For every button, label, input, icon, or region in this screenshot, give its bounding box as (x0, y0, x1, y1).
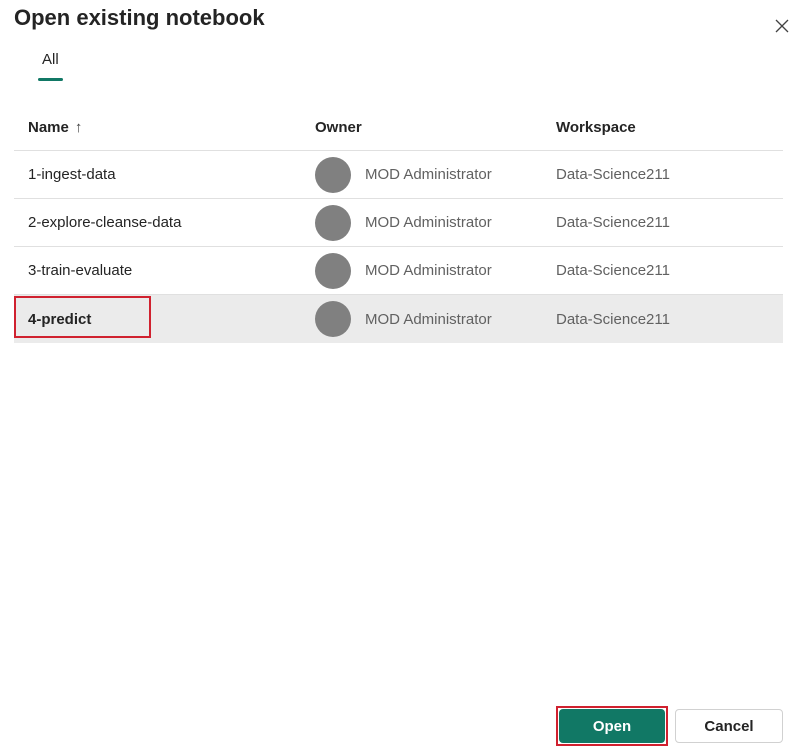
avatar (315, 156, 351, 193)
table-row[interactable]: 3-train-evaluate MOD Administrator Data-… (14, 247, 783, 295)
workspace-name: Data-Science211 (556, 310, 670, 328)
notebook-table: Name ↑ Owner Workspace 1-ingest-data MOD … (14, 104, 783, 343)
close-icon (775, 19, 789, 33)
avatar (315, 301, 351, 337)
avatar (315, 204, 351, 241)
dialog-title: Open existing notebook (14, 5, 265, 30)
column-header-name[interactable]: Name ↑ (28, 119, 82, 136)
cancel-button[interactable]: Cancel (675, 709, 783, 743)
column-header-name-label: Name (28, 118, 69, 136)
tab-active-indicator (38, 78, 63, 81)
owner-name: MOD Administrator (365, 310, 492, 328)
avatar (315, 252, 351, 289)
owner-name: MOD Administrator (365, 166, 492, 183)
column-header-owner[interactable]: Owner (315, 119, 362, 136)
table-row[interactable]: 1-ingest-data MOD Administrator Data-Sci… (14, 151, 783, 199)
column-header-owner-label: Owner (315, 118, 362, 136)
column-header-workspace-label: Workspace (556, 118, 636, 136)
workspace-name: Data-Science211 (556, 262, 670, 279)
table-row-selected[interactable]: 4-predict MOD Administrator Data-Science… (14, 295, 783, 343)
column-header-workspace[interactable]: Workspace (556, 119, 636, 136)
tab-all[interactable]: All (38, 48, 63, 84)
workspace-name: Data-Science211 (556, 214, 670, 231)
sort-ascending-icon: ↑ (74, 118, 83, 136)
owner-name: MOD Administrator (365, 262, 492, 279)
tab-all-label: All (42, 51, 59, 68)
notebook-name: 2-explore-cleanse-data (28, 214, 182, 231)
tab-bar: All (38, 48, 63, 84)
notebook-name: 4-predict (28, 310, 92, 328)
owner-name: MOD Administrator (365, 214, 492, 231)
table-row[interactable]: 2-explore-cleanse-data MOD Administrator… (14, 199, 783, 247)
notebook-name: 3-train-evaluate (28, 262, 133, 279)
table-header: Name ↑ Owner Workspace (14, 104, 783, 151)
notebook-name: 1-ingest-data (28, 166, 116, 183)
open-button[interactable]: Open (559, 709, 665, 743)
close-button[interactable] (770, 14, 794, 38)
open-notebook-dialog: Open existing notebook All Name ↑ Owner W… (0, 0, 799, 751)
workspace-name: Data-Science211 (556, 166, 670, 183)
